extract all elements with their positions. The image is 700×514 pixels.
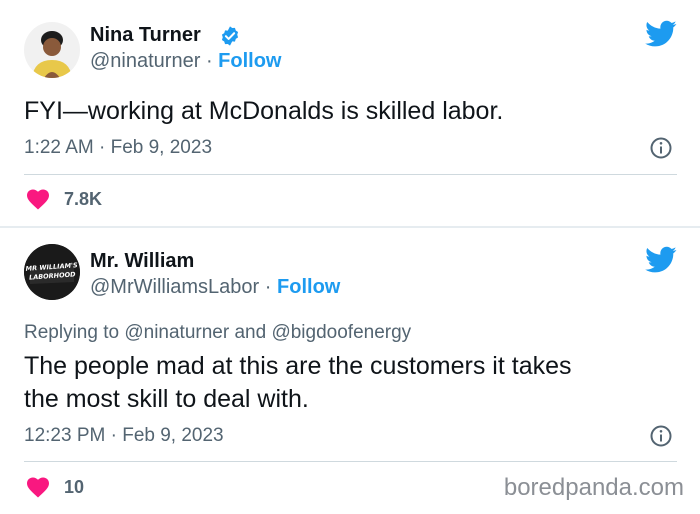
like-count: 10 [64,476,85,497]
watermark: boredpanda.com [503,474,684,501]
twitter-bird-icon[interactable] [645,246,677,274]
like-button[interactable]: 10 [26,476,84,498]
info-icon[interactable] [649,136,673,160]
author-name[interactable]: Mr. William [90,250,194,273]
author-name[interactable]: Nina Turner [90,24,201,47]
tweet-text: FYI—working at McDonalds is skilled labo… [24,97,504,125]
info-icon[interactable] [649,424,673,448]
separator-dot: · [264,276,272,298]
avatar-logo-text: MR WILLIAM'S LABORHOOD [25,261,78,282]
verified-badge-icon [221,26,239,46]
twitter-bird-icon[interactable] [645,20,677,48]
author-handle[interactable]: @MrWilliamsLabor [90,276,259,298]
tweet-card-1: Nina Turner @ninaturner · Follow FYI—wor… [0,0,700,226]
handle-row: @ninaturner · Follow [90,50,282,73]
heart-icon [27,477,49,498]
avatar-mr-william[interactable]: MR WILLIAM'S LABORHOOD [24,244,80,300]
follow-button[interactable]: Follow [218,50,281,72]
handle-row: @MrWilliamsLabor · Follow [90,276,340,299]
like-count: 7.8K [64,188,103,209]
mention-link[interactable]: @ninaturner [124,322,229,343]
replying-to: Replying to @ninaturner and @bigdoofener… [24,322,412,343]
divider [24,174,677,175]
heart-icon [27,189,49,210]
tweet-timestamp[interactable]: 1:22 AM · Feb 9, 2023 [24,137,212,159]
follow-button[interactable]: Follow [277,276,340,298]
separator-dot: · [205,50,213,72]
like-button[interactable]: 7.8K [26,188,102,210]
mention-link[interactable]: @bigdoofenergy [271,322,411,343]
tweet-timestamp[interactable]: 12:23 PM · Feb 9, 2023 [24,425,224,447]
tweet-text: The people mad at this are the customers… [24,352,572,413]
avatar-nina-turner[interactable] [24,22,80,78]
tweet-card-2: MR WILLIAM'S LABORHOOD Mr. William @MrWi… [0,228,700,514]
author-handle[interactable]: @ninaturner [90,50,200,72]
divider [24,461,677,462]
